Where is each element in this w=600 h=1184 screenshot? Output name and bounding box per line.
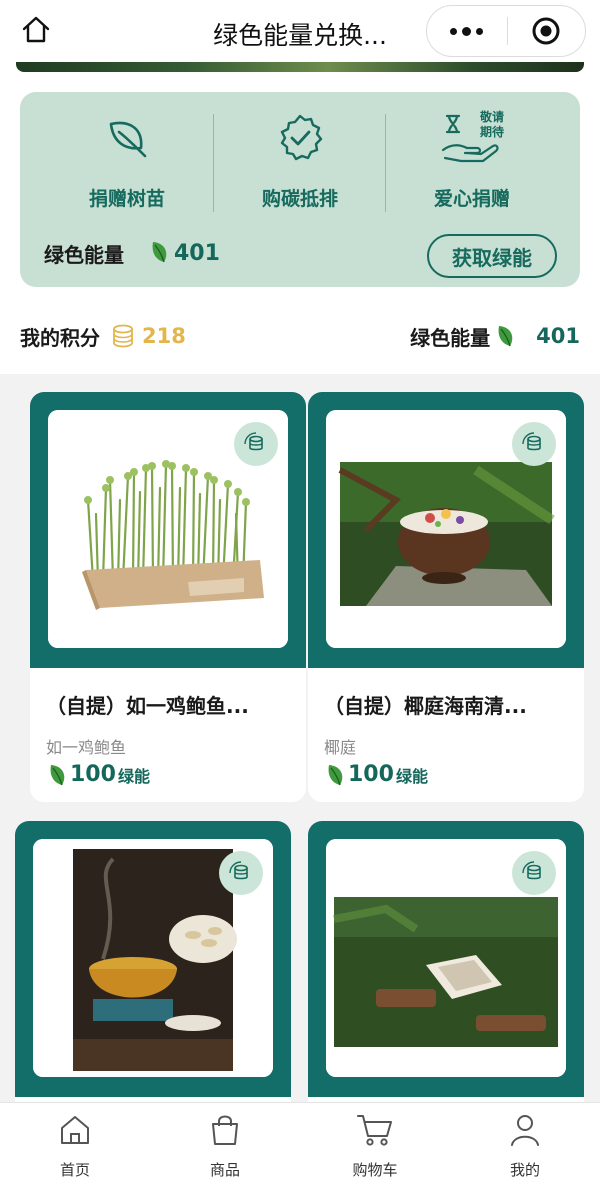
banner-image-edge[interactable]: [16, 62, 584, 72]
energy-panel: 捐赠树苗 购碳抵排 敬请期待 爱心捐赠 绿色能量 401 获取绿能: [20, 92, 580, 287]
price-unit: 绿能: [117, 766, 150, 786]
product-brand: 如一鸡鲍鱼: [46, 738, 127, 757]
product-image-hotpot[interactable]: [33, 839, 273, 1077]
product-card[interactable]: （自提）如一鸡鲍鱼... 如一鸡鲍鱼 100 绿能: [30, 392, 306, 802]
price-value: 100: [348, 762, 394, 787]
green-leaf-icon: [50, 764, 65, 785]
coming-soon-badge: 敬请期待: [480, 110, 505, 139]
tab-label: 商品: [209, 1161, 240, 1179]
bottom-tab-bar: 首页 商品 购物车 我的: [0, 1102, 600, 1184]
tab-home[interactable]: 首页: [0, 1103, 150, 1184]
product-name: （自提）椰庭海南清...: [324, 694, 527, 718]
action-buy-carbon[interactable]: 购碳抵排: [215, 110, 385, 220]
product-price: 100 绿能: [326, 762, 428, 787]
product-card[interactable]: （自提）椰庭海南清... 椰庭 100 绿能: [308, 392, 584, 802]
tab-label: 首页: [59, 1161, 90, 1179]
action-charity-donate[interactable]: 敬请期待 爱心捐赠: [387, 110, 557, 220]
price-unit: 绿能: [395, 766, 428, 786]
green-leaf-icon: [150, 240, 170, 268]
green-energy-label: 绿色能量: [410, 325, 491, 350]
product-brand: 椰庭: [324, 738, 357, 757]
product-image-sprouts[interactable]: [48, 410, 288, 648]
home-icon[interactable]: [16, 10, 56, 50]
price-value: 100: [70, 762, 116, 787]
product-price: 100 绿能: [48, 762, 150, 787]
action-label: 购碳抵排: [261, 188, 338, 210]
green-leaf-icon: [496, 324, 516, 348]
action-label: 捐赠树苗: [88, 188, 165, 210]
my-points-value: 218: [142, 324, 186, 348]
action-label: 爱心捐赠: [433, 188, 510, 210]
product-card[interactable]: [15, 821, 291, 1121]
product-image-pudding[interactable]: [326, 839, 566, 1077]
mini-program-capsule: [426, 5, 586, 57]
home-icon: [57, 1111, 93, 1149]
tab-mine[interactable]: 我的: [450, 1103, 600, 1184]
green-energy-badge-icon: [234, 422, 278, 466]
coin-stack-icon: [112, 324, 134, 348]
green-energy-value: 401: [536, 324, 580, 348]
close-target-icon[interactable]: [508, 6, 586, 56]
charity-hand-icon: 敬请期待: [387, 110, 557, 166]
divider: [385, 114, 386, 212]
product-name: （自提）如一鸡鲍鱼...: [46, 694, 249, 718]
green-energy-badge-icon: [512, 422, 556, 466]
points-row: 我的积分 218 绿色能量 401: [20, 318, 580, 354]
product-image-coconut[interactable]: [326, 410, 566, 648]
tab-label: 购物车: [352, 1161, 398, 1179]
my-points-label: 我的积分: [20, 325, 100, 350]
page-title: 绿色能量兑换...: [213, 21, 387, 50]
tab-label: 我的: [509, 1161, 540, 1179]
green-energy-badge-icon: [219, 851, 263, 895]
get-green-energy-button[interactable]: 获取绿能: [427, 234, 557, 278]
leaf-icon: [42, 110, 212, 166]
nav-bar: 绿色能量兑换...: [0, 0, 600, 66]
shopping-bag-icon: [207, 1111, 243, 1149]
product-card[interactable]: [308, 821, 584, 1121]
divider: [213, 114, 214, 212]
user-icon: [507, 1111, 543, 1149]
cart-icon: [356, 1111, 394, 1149]
green-leaf-icon: [328, 764, 343, 785]
action-donate-seedling[interactable]: 捐赠树苗: [42, 110, 212, 220]
tab-products[interactable]: 商品: [150, 1103, 300, 1184]
more-dots-icon[interactable]: [427, 6, 507, 56]
check-badge-icon: [215, 110, 385, 166]
tab-cart[interactable]: 购物车: [300, 1103, 450, 1184]
green-energy-badge-icon: [512, 851, 556, 895]
energy-value: 401: [174, 241, 220, 266]
energy-summary: 绿色能量 401: [44, 239, 220, 268]
my-points[interactable]: 我的积分 218: [20, 318, 186, 354]
green-energy-summary[interactable]: 绿色能量 401: [410, 318, 580, 354]
energy-label: 绿色能量: [44, 243, 124, 267]
